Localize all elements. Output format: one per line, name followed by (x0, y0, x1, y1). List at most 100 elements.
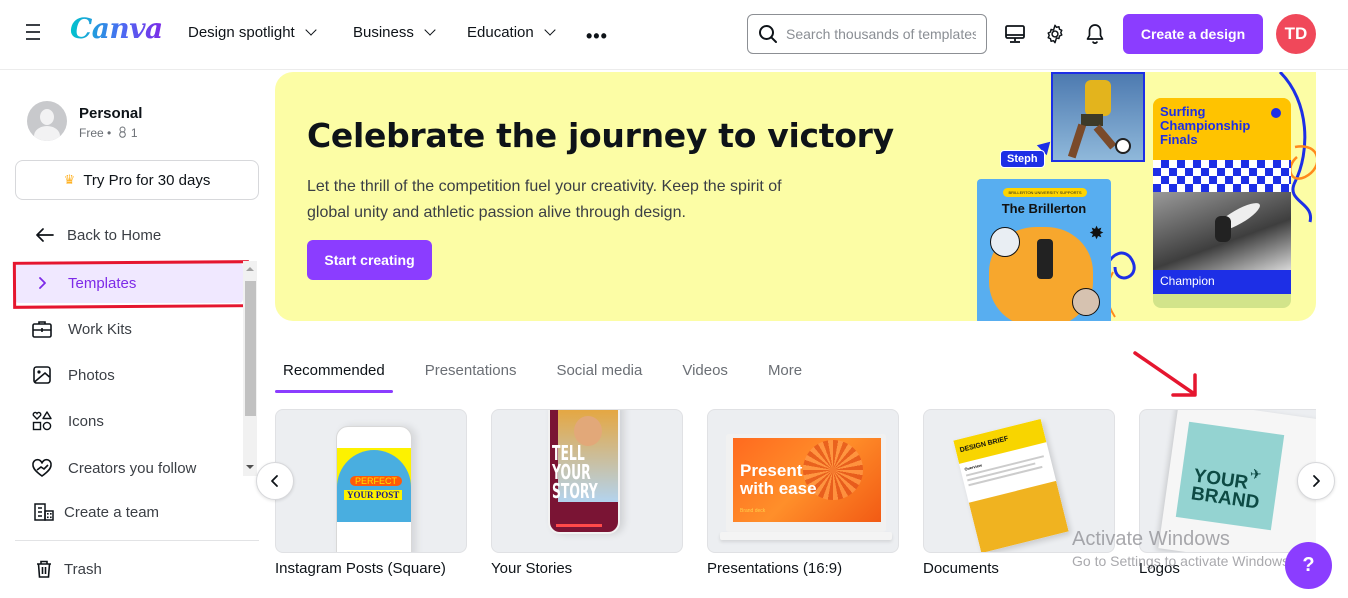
card-thumbnail: PERFECT YOUR POST (275, 409, 467, 553)
chevron-right-icon (30, 271, 54, 295)
activate-windows-title: Activate Windows (1072, 528, 1230, 550)
paper-plane-icon: ✈ (1250, 466, 1262, 482)
arrow-left-icon (33, 223, 57, 247)
sidebar-divider (15, 540, 259, 541)
card-art-text: Present with ease (740, 462, 817, 498)
template-card-documents[interactable]: DESIGN BRIEF Overview Documents (923, 409, 1115, 577)
notifications-button[interactable] (1083, 22, 1107, 46)
poster-title: Surfing Championship Finals (1160, 104, 1251, 147)
trash-link[interactable]: Trash (15, 549, 243, 589)
desktop-icon (1005, 25, 1025, 43)
back-label: Back to Home (67, 226, 162, 244)
card-art-line: STORY (552, 479, 598, 503)
sidebar-item-templates[interactable]: Templates (15, 263, 243, 303)
template-card-stories[interactable]: TELL YOUR STORY Your Stories (491, 409, 683, 577)
back-to-home-link[interactable]: Back to Home (15, 215, 243, 255)
card-thumbnail: TELL YOUR STORY (491, 409, 683, 553)
building-icon (32, 500, 56, 524)
hero-artwork: Steph BRILLERTON UNIVERSITY SUPPORTS The… (965, 72, 1316, 321)
try-pro-label: Try Pro for 30 days (83, 171, 211, 189)
gear-icon (1047, 24, 1063, 44)
plan-label: Free (79, 126, 104, 140)
chevron-right-icon (1313, 475, 1320, 487)
soccer-photo (1051, 72, 1145, 162)
nav-business[interactable]: Business (353, 24, 436, 41)
bell-icon (1086, 24, 1104, 44)
scrollbar-thumb[interactable] (245, 281, 256, 416)
search-icon (759, 25, 777, 43)
nav-label: Business (353, 24, 414, 41)
category-tabs: Recommended Presentations Social media V… (275, 350, 834, 395)
hero-title: Celebrate the journey to victory (307, 116, 894, 155)
trash-label: Trash (64, 560, 102, 578)
sidebar-item-photos[interactable]: Photos (15, 355, 243, 395)
search-box[interactable] (747, 14, 987, 54)
member-count: 1 (130, 126, 138, 140)
settings-button[interactable] (1043, 22, 1067, 46)
account-name[interactable]: Personal (79, 105, 142, 122)
chevron-left-icon (271, 475, 278, 487)
tab-videos[interactable]: Videos (674, 350, 736, 392)
tab-recommended[interactable]: Recommended (275, 350, 393, 393)
nav-design-spotlight[interactable]: Design spotlight (188, 24, 317, 41)
annotation-arrow-icon (1133, 351, 1197, 397)
nav-education[interactable]: Education (467, 24, 556, 41)
sidebar-item-icons[interactable]: Icons (15, 401, 243, 441)
surfing-poster: Surfing Championship Finals Champion (1153, 98, 1291, 308)
people-icon (118, 126, 126, 138)
carousel-next-button[interactable] (1297, 462, 1335, 500)
canva-logo[interactable]: Canva (70, 12, 163, 45)
sidebar: Personal Free • 1 ♛ Try Pro for 30 days … (0, 71, 262, 598)
desktop-app-button[interactable] (1003, 22, 1027, 46)
separator-dot: • (107, 126, 112, 140)
sidebar-item-work-kits[interactable]: Work Kits (15, 309, 243, 349)
image-icon (30, 363, 54, 387)
scroll-down-arrow-icon[interactable] (246, 465, 254, 469)
tab-more[interactable]: More (760, 350, 810, 392)
account-avatar[interactable] (27, 101, 67, 141)
sidebar-item-label: Work Kits (68, 320, 132, 338)
create-team-label: Create a team (64, 503, 160, 521)
start-creating-button[interactable]: Start creating (307, 240, 432, 280)
create-design-button[interactable]: Create a design (1123, 14, 1263, 54)
chevron-down-icon (424, 24, 436, 36)
briefcase-icon (30, 317, 54, 341)
card-thumbnail: Present with ease Brand deck (707, 409, 899, 553)
chevron-down-icon (305, 24, 317, 36)
menu-icon[interactable] (26, 24, 42, 42)
card-label: Your Stories (491, 560, 573, 577)
carousel-prev-button[interactable] (256, 462, 294, 500)
template-card-presentations[interactable]: Present with ease Brand deck Presentatio… (707, 409, 899, 577)
card-art-line: Present (740, 461, 803, 480)
chevron-down-icon (544, 24, 556, 36)
sidebar-item-label: Creators you follow (68, 459, 197, 477)
brillerton-poster: BRILLERTON UNIVERSITY SUPPORTS The Brill… (977, 179, 1111, 321)
card-art-line: Brand deck (740, 508, 766, 514)
nav-label: Education (467, 24, 534, 41)
poster-footer: Champion (1160, 274, 1215, 288)
hero-description: Let the thrill of the competition fuel y… (307, 178, 782, 221)
tab-social-media[interactable]: Social media (548, 350, 650, 392)
try-pro-button[interactable]: ♛ Try Pro for 30 days (15, 160, 259, 200)
help-button[interactable]: ? (1285, 542, 1332, 589)
top-header: Canva Design spotlight Business Educatio… (0, 0, 1348, 70)
sidebar-item-label: Photos (68, 366, 115, 384)
template-card-instagram[interactable]: PERFECT YOUR POST Instagram Posts (Squar… (275, 409, 467, 577)
activate-windows-subtitle: Go to Settings to activate Windows. (1072, 553, 1293, 569)
create-team-link[interactable]: Create a team (15, 492, 243, 532)
scroll-up-arrow-icon[interactable] (246, 267, 254, 271)
hero-banner: Celebrate the journey to victory Let the… (275, 72, 1316, 321)
card-art-text: PERFECT (350, 476, 403, 486)
tab-presentations[interactable]: Presentations (417, 350, 525, 392)
user-avatar[interactable]: TD (1276, 14, 1316, 54)
search-input[interactable] (786, 26, 976, 42)
heart-check-icon (30, 456, 54, 480)
card-label: Instagram Posts (Square) (275, 560, 446, 577)
trash-icon (32, 557, 56, 581)
card-art-line: with ease (740, 479, 817, 498)
crown-icon: ♛ (63, 172, 76, 187)
more-menu-button[interactable]: ••• (586, 26, 608, 47)
sidebar-item-creators-you-follow[interactable]: Creators you follow (15, 448, 243, 488)
card-art-text: YOUR POST (344, 490, 403, 500)
collaborator-tag: Steph (1000, 150, 1045, 168)
